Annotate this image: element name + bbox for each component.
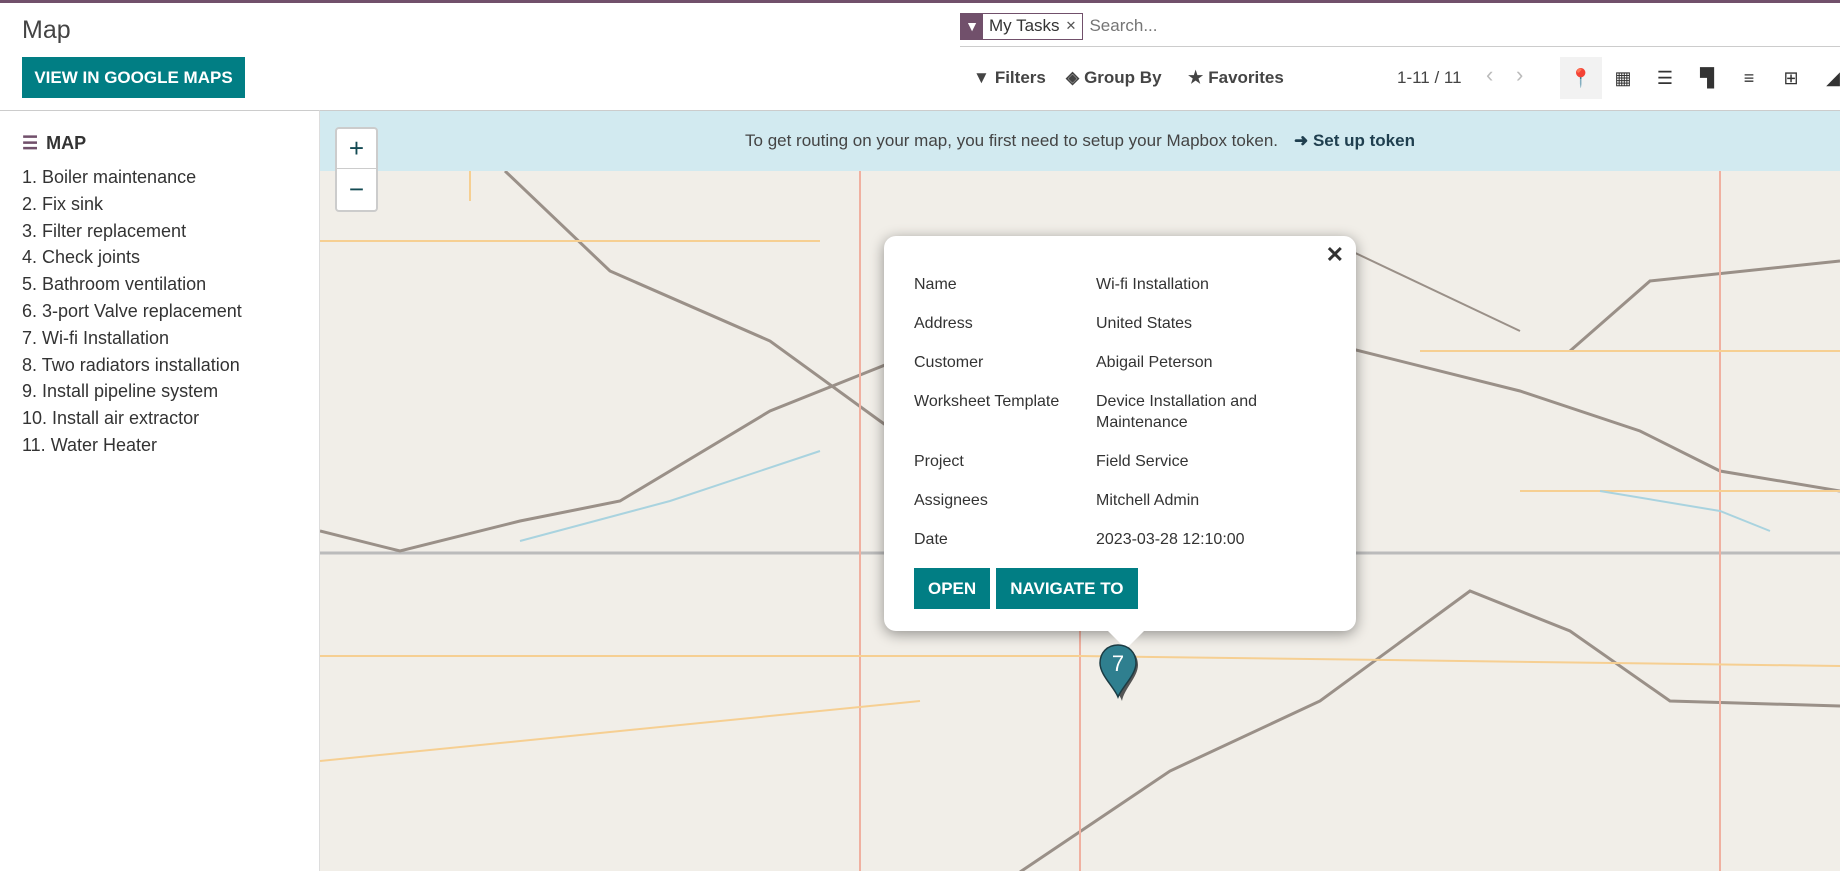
set-up-token-link[interactable]: ➜ Set up token <box>1294 131 1415 151</box>
sidebar-item[interactable]: 4. Check joints <box>22 244 319 271</box>
sidebar-item[interactable]: 6. 3-port Valve replacement <box>22 298 319 325</box>
popup-value: United States <box>1096 315 1193 332</box>
popup-label: Project <box>914 453 964 470</box>
popup-value: Abigail Peterson <box>1096 354 1213 371</box>
page-title: Map <box>22 16 71 44</box>
popup-row: Address United States <box>914 313 1326 334</box>
popup-row: Customer Abigail Peterson <box>914 352 1326 373</box>
popup-value: Field Service <box>1096 453 1189 470</box>
popup-value: Device Installation and Maintenance <box>1096 393 1257 431</box>
group-by-button[interactable]: ◈ Group By <box>1066 68 1162 88</box>
sidebar-item[interactable]: 2. Fix sink <box>22 191 319 218</box>
kanban-view-icon[interactable]: ▜ <box>1686 57 1728 99</box>
mapbox-token-banner: To get routing on your map, you first ne… <box>320 111 1840 171</box>
gantt-view-icon[interactable]: ☰ <box>1644 57 1686 99</box>
graph-view-icon[interactable]: ◢ <box>1812 57 1840 99</box>
marker-number: 7 <box>1112 651 1124 676</box>
facet-label: My Tasks <box>989 16 1060 35</box>
zoom-control: + − <box>335 127 378 212</box>
sidebar-item[interactable]: 10. Install air extractor <box>22 405 319 432</box>
popup-label: Address <box>914 315 973 332</box>
set-up-token-label: Set up token <box>1312 131 1415 150</box>
popup-label: Assignees <box>914 492 988 509</box>
filters-button[interactable]: ▼ Filters <box>973 68 1046 88</box>
layers-icon: ◈ <box>1066 68 1080 87</box>
pager-next-icon[interactable]: › <box>1516 62 1523 88</box>
star-icon: ★ <box>1188 68 1204 87</box>
map-view-icon[interactable]: 📍 <box>1560 57 1602 99</box>
sidebar-item[interactable]: 5. Bathroom ventilation <box>22 271 319 298</box>
close-icon[interactable]: ✕ <box>1326 242 1344 268</box>
zoom-out-button[interactable]: − <box>337 169 376 209</box>
list-icon: ☰ <box>22 133 39 153</box>
popup-value: 2023-03-28 12:10:00 <box>1096 531 1245 548</box>
search-facet: ▼ My Tasks ✕ <box>960 12 1084 40</box>
navigate-to-button[interactable]: NAVIGATE TO <box>996 568 1138 609</box>
map-canvas[interactable]: To get routing on your map, you first ne… <box>320 110 1840 871</box>
view-in-google-maps-button[interactable]: VIEW IN GOOGLE MAPS <box>22 57 245 98</box>
sidebar-item[interactable]: 7. Wi-fi Installation <box>22 325 319 352</box>
zoom-in-button[interactable]: + <box>337 129 376 169</box>
map-marker[interactable]: 7 <box>1098 643 1138 701</box>
popup-row: Worksheet Template Device Installation an… <box>914 391 1326 433</box>
sidebar-item[interactable]: 11. Water Heater <box>22 432 319 459</box>
list-view-icon[interactable]: ≡ <box>1728 57 1770 99</box>
open-button[interactable]: OPEN <box>914 568 991 609</box>
calendar-view-icon[interactable]: ▦ <box>1602 57 1644 99</box>
group-by-label: Group By <box>1084 68 1162 87</box>
arrow-right-icon: ➜ <box>1294 131 1313 150</box>
sidebar-item[interactable]: 9. Install pipeline system <box>22 378 319 405</box>
favorites-label: Favorites <box>1208 68 1284 87</box>
popup-label: Date <box>914 531 948 548</box>
banner-text: To get routing on your map, you first ne… <box>745 131 1278 150</box>
popup-value: Wi-fi Installation <box>1096 276 1209 293</box>
pager-prev-icon[interactable]: ‹ <box>1486 62 1493 88</box>
sidebar-item[interactable]: 3. Filter replacement <box>22 218 319 245</box>
filter-icon: ▼ <box>961 12 983 40</box>
top-bar <box>0 0 1840 3</box>
search-input[interactable] <box>1089 16 1311 36</box>
popup-value: Mitchell Admin <box>1096 492 1200 509</box>
filters-label: Filters <box>994 68 1046 87</box>
popup-label: Customer <box>914 354 984 371</box>
pager-value[interactable]: 1-11 / 11 <box>1397 68 1462 88</box>
sidebar-item[interactable]: 1. Boiler maintenance <box>22 164 319 191</box>
popup-row: Assignees Mitchell Admin <box>914 490 1326 511</box>
popup-row: Date 2023-03-28 12:10:00 <box>914 529 1326 550</box>
view-switcher: 📍 ▦ ☰ ▜ ≡ ⊞ ◢ <box>1560 57 1840 99</box>
popup-label: Worksheet Template <box>914 393 1060 410</box>
marker-popup: ✕ Name Wi-fi Installation Address United St… <box>884 236 1356 649</box>
marker-pin-icon: 7 <box>1099 644 1138 701</box>
sidebar-item[interactable]: 8. Two radiators installation <box>22 352 319 379</box>
sidebar-header: ☰ MAP <box>22 133 319 154</box>
sidebar-title: MAP <box>46 133 87 153</box>
popup-label: Name <box>914 276 957 293</box>
map-sidebar: ☰ MAP 1. Boiler maintenance 2. Fix sink 3. … <box>0 110 320 871</box>
remove-facet-icon[interactable]: ✕ <box>1066 18 1083 34</box>
popup-row: Project Field Service <box>914 451 1326 472</box>
pivot-view-icon[interactable]: ⊞ <box>1770 57 1812 99</box>
popup-row: Name Wi-fi Installation <box>914 274 1326 295</box>
favorites-button[interactable]: ★ Favorites <box>1188 68 1284 88</box>
filter-icon: ▼ <box>973 68 990 87</box>
search-bar: ▼ My Tasks ✕ <box>960 12 1840 47</box>
